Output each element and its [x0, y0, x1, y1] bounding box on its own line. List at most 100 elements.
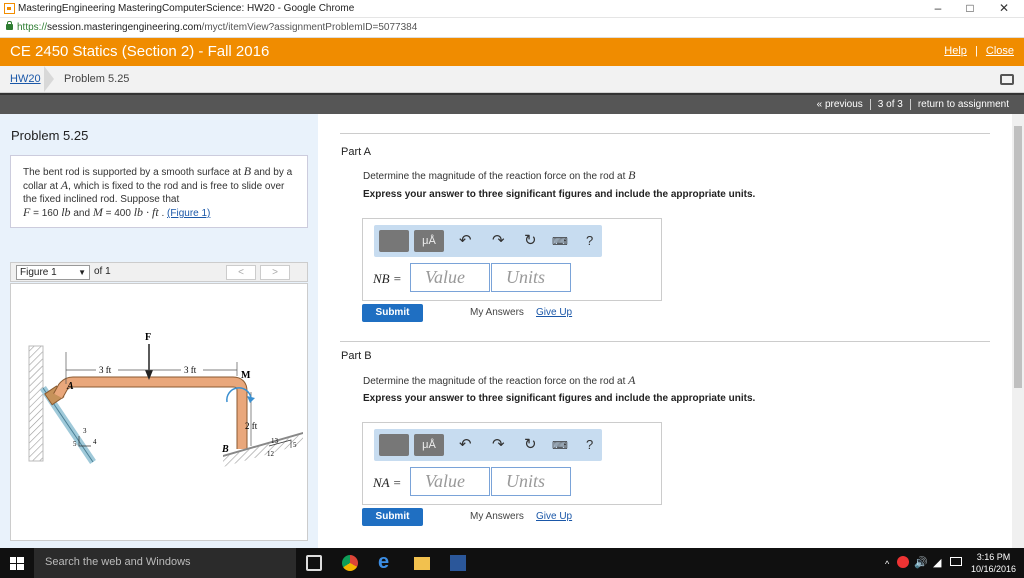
part-a-instruction: Express your answer to three significant…: [363, 189, 756, 200]
breadcrumb: HW20 Problem 5.25: [0, 66, 1024, 93]
breadcrumb-assignment-link[interactable]: HW20: [10, 73, 41, 85]
dim-label-3ft-b: 3 ft: [184, 365, 197, 375]
bent-rod-figure: F 3 ft 3 ft 2 ft M A B 3 4 5 13 12 5: [28, 332, 303, 467]
m-value: = 400: [105, 208, 131, 219]
chrome-icon[interactable]: [342, 555, 358, 571]
address-bar[interactable]: https://session.masteringengineering.com…: [0, 18, 1024, 38]
point-b: B: [243, 164, 252, 178]
math-toolbar: μÅ ↶ ↷ ↻ ⌨ ?: [374, 429, 602, 461]
f-unit: lb: [61, 205, 71, 219]
reset-icon[interactable]: ↻: [524, 435, 537, 453]
submit-button[interactable]: Submit: [362, 304, 423, 322]
templates-button[interactable]: [379, 434, 409, 456]
redo-icon[interactable]: ↷: [492, 435, 505, 453]
figure-next-button[interactable]: >: [260, 265, 290, 280]
previous-link[interactable]: « previous: [812, 99, 868, 110]
part-b-instruction: Express your answer to three significant…: [363, 393, 756, 404]
scrollbar[interactable]: [1012, 114, 1024, 548]
statement-text: .: [161, 208, 165, 219]
windows-start-icon[interactable]: [10, 557, 24, 570]
wifi-icon[interactable]: ◢: [933, 556, 941, 569]
maximize-button[interactable]: □: [954, 0, 986, 18]
task-view-icon[interactable]: [306, 555, 322, 571]
scrollbar-thumb[interactable]: [1014, 126, 1022, 388]
window-title: MasteringEngineering MasteringComputerSc…: [18, 3, 355, 14]
help-icon[interactable]: ?: [586, 233, 593, 248]
volume-icon[interactable]: 🔊: [914, 556, 928, 569]
variable-label-nb: NB =: [373, 271, 402, 286]
figure-toolbar: Figure 1 ▼ of 1 < >: [10, 262, 308, 282]
taskbar-search-box[interactable]: Search the web and Windows: [34, 548, 296, 578]
show-hidden-icons-icon[interactable]: ^: [885, 559, 889, 569]
figure-link[interactable]: (Figure 1): [167, 208, 210, 219]
value-input[interactable]: Value: [410, 467, 490, 496]
var-m: M: [92, 205, 103, 219]
wall-hatch: [28, 345, 44, 462]
reset-icon[interactable]: ↻: [524, 231, 537, 249]
slope-4: 4: [93, 438, 97, 446]
url-path: /myct/itemView?assignmentProblemID=50773…: [201, 22, 418, 33]
moment-arrow-head: [247, 396, 255, 403]
lock-icon: [6, 21, 13, 30]
label-m: M: [241, 370, 251, 381]
problem-nav-bar: « previous 3 of 3 return to assignment: [0, 93, 1024, 114]
templates-button[interactable]: [379, 230, 409, 252]
part-a-answer-box: μÅ ↶ ↷ ↻ ⌨ ? NB = Value Units: [362, 218, 662, 301]
undo-icon[interactable]: ↶: [459, 435, 472, 453]
units-input[interactable]: Units: [491, 263, 571, 292]
file-explorer-icon[interactable]: [414, 557, 430, 570]
close-link[interactable]: Close: [986, 45, 1014, 57]
edge-icon[interactable]: e: [378, 551, 394, 573]
submit-button[interactable]: Submit: [362, 508, 423, 526]
question-text: Determine the magnitude of the reaction …: [363, 171, 626, 182]
antivirus-icon[interactable]: [897, 556, 909, 568]
help-link[interactable]: Help: [944, 45, 967, 57]
help-icon[interactable]: ?: [586, 437, 593, 452]
dim-label-2ft: 2 ft: [245, 421, 258, 431]
answer-panel: Part A Determine the magnitude of the re…: [318, 114, 1012, 548]
close-window-button[interactable]: ✕: [988, 0, 1020, 18]
return-to-assignment-link[interactable]: return to assignment: [913, 99, 1014, 110]
taskbar: Search the web and Windows e ^ 🔊 ◢ 3:16 …: [0, 548, 1024, 578]
breadcrumb-current: Problem 5.25: [64, 73, 130, 85]
part-b-answer-box: μÅ ↶ ↷ ↻ ⌨ ? NA = Value Units: [362, 422, 662, 505]
undo-icon[interactable]: ↶: [459, 231, 472, 249]
my-answers-label: My Answers: [470, 511, 524, 522]
course-title: CE 2450 Statics (Section 2) - Fall 2016: [10, 43, 270, 60]
dim-label-3ft-a: 3 ft: [99, 365, 112, 375]
figure-select[interactable]: Figure 1 ▼: [16, 265, 90, 280]
math-toolbar: μÅ ↶ ↷ ↻ ⌨ ?: [374, 225, 602, 257]
url-text[interactable]: https://session.masteringengineering.com…: [17, 22, 417, 33]
label-f: F: [145, 332, 151, 343]
slope-12: 12: [267, 450, 275, 458]
give-up-link[interactable]: Give Up: [536, 511, 572, 522]
minimize-button[interactable]: –: [922, 0, 954, 18]
bent-rod-outline: [53, 376, 248, 449]
units-input[interactable]: Units: [491, 467, 571, 496]
m-unit: lb · ft: [133, 205, 159, 219]
units-button[interactable]: μÅ: [414, 434, 444, 456]
question-point: A: [628, 373, 636, 387]
bent-rod: [54, 377, 247, 449]
keyboard-icon[interactable]: ⌨: [552, 235, 568, 248]
keyboard-icon[interactable]: ⌨: [552, 439, 568, 452]
var-f: F: [23, 205, 31, 219]
course-header: CE 2450 Statics (Section 2) - Fall 2016 …: [0, 38, 1024, 66]
problem-heading: Problem 5.25: [11, 128, 89, 143]
clock-time: 3:16 PM: [976, 552, 1011, 562]
action-center-icon[interactable]: [950, 557, 962, 566]
url-scheme: https://: [17, 22, 48, 33]
word-icon[interactable]: [450, 555, 466, 571]
print-icon[interactable]: [1000, 74, 1014, 85]
units-button[interactable]: μÅ: [414, 230, 444, 252]
value-input[interactable]: Value: [410, 263, 490, 292]
redo-icon[interactable]: ↷: [492, 231, 505, 249]
slope-3: 3: [83, 427, 87, 435]
figure-prev-button[interactable]: <: [226, 265, 256, 280]
part-a-heading: Part A: [341, 146, 371, 158]
slope-5b: 5: [293, 441, 297, 449]
question-text: Determine the magnitude of the reaction …: [363, 376, 626, 387]
app-logo-icon: [4, 3, 15, 14]
system-clock[interactable]: 3:16 PM 10/16/2016: [971, 551, 1016, 575]
give-up-link[interactable]: Give Up: [536, 307, 572, 318]
